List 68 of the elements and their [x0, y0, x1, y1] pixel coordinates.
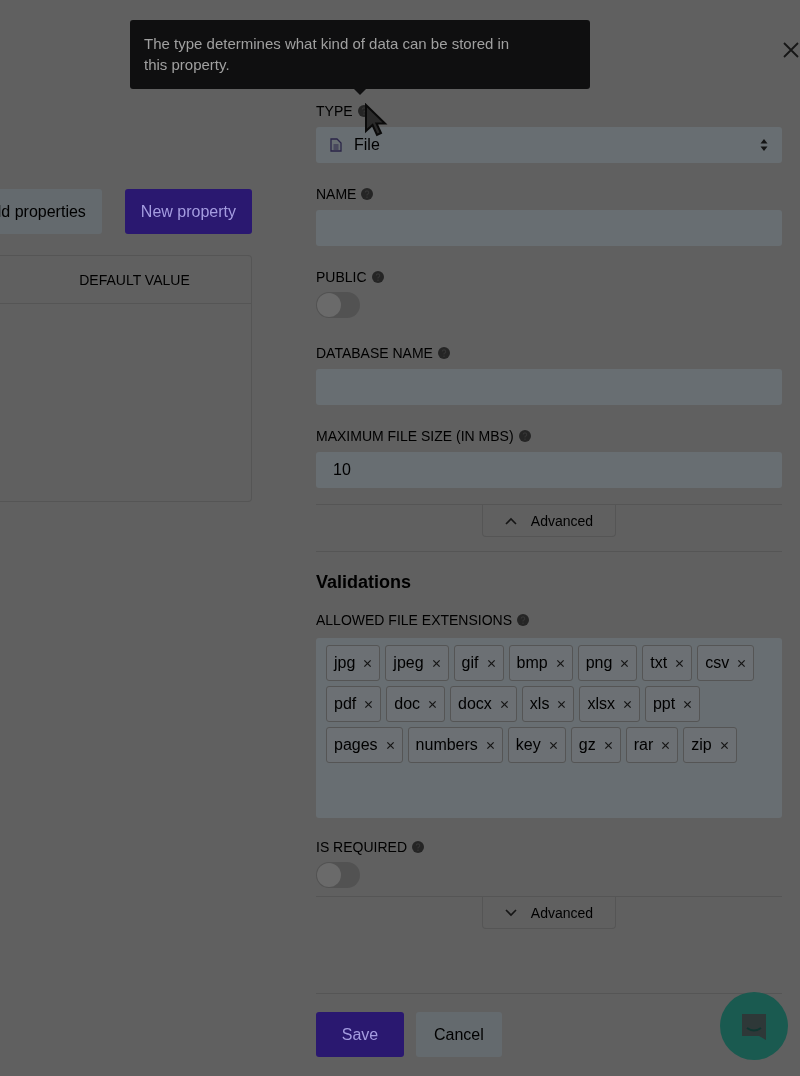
toggle-switch[interactable]: [316, 292, 360, 318]
extension-tag[interactable]: doc: [386, 686, 446, 722]
help-icon[interactable]: [517, 614, 530, 626]
field-label: NAME: [316, 186, 357, 202]
remove-icon[interactable]: [737, 658, 747, 668]
help-icon[interactable]: [437, 347, 450, 359]
remove-icon[interactable]: [620, 658, 630, 668]
extension-tag[interactable]: docx: [450, 686, 517, 722]
remove-icon[interactable]: [428, 699, 438, 709]
form-button[interactable]: Cancel: [416, 1012, 502, 1057]
help-icon[interactable]: [518, 430, 531, 442]
form-button[interactable]: Save: [316, 1012, 404, 1057]
extension-tag[interactable]: key: [507, 727, 566, 763]
extension-tag[interactable]: csv: [697, 645, 755, 681]
extension-tag[interactable]: bmp: [508, 645, 573, 681]
extension-tag[interactable]: numbers: [407, 727, 503, 763]
remove-icon[interactable]: [719, 740, 729, 750]
help-icon[interactable]: [361, 188, 374, 200]
extension-tag[interactable]: txt: [642, 645, 693, 681]
remove-icon[interactable]: [683, 699, 693, 709]
help-icon[interactable]: [412, 841, 424, 853]
extension-tag[interactable]: pages: [326, 727, 403, 763]
field-label: ALLOWED FILE EXTENSIONS: [316, 612, 513, 628]
extension-tag[interactable]: ppt: [644, 686, 701, 722]
remove-icon[interactable]: [548, 740, 558, 750]
remove-icon[interactable]: [622, 699, 632, 709]
remove-icon[interactable]: [486, 658, 496, 668]
extension-tag[interactable]: rar: [625, 727, 679, 763]
remove-icon[interactable]: [557, 699, 567, 709]
advanced-toggle[interactable]: Advanced: [481, 505, 617, 537]
remove-icon[interactable]: [499, 699, 509, 709]
tags-field[interactable]: jpg jpeg gif bmp png txt csv pdf doc docx xls xlsx ppt pages numbers key gz rar zip: [316, 638, 782, 818]
column-header: DEFAULT VALUE: [79, 271, 190, 288]
remove-icon[interactable]: [364, 699, 374, 709]
section-heading: Validations: [316, 551, 782, 593]
field-label: TYPE: [316, 103, 353, 119]
remove-icon[interactable]: [363, 658, 373, 668]
mouse-pointer-icon: [364, 103, 388, 137]
extension-tag[interactable]: gz: [570, 727, 621, 763]
extension-tag[interactable]: xls: [521, 686, 575, 722]
input-field[interactable]: 10: [316, 452, 782, 488]
remove-icon[interactable]: [485, 740, 495, 750]
remove-icon[interactable]: [603, 740, 613, 750]
advanced-toggle[interactable]: Advanced: [481, 897, 617, 929]
tooltip-text: The type determines what kind of data can be stored in this property.: [144, 34, 511, 75]
extension-tag[interactable]: png: [577, 645, 638, 681]
remove-icon[interactable]: [431, 658, 441, 668]
remove-icon[interactable]: [555, 658, 565, 668]
remove-icon[interactable]: [385, 740, 395, 750]
close-icon[interactable]: [783, 42, 799, 58]
extension-tag[interactable]: gif: [453, 645, 504, 681]
extension-tag[interactable]: jpeg: [385, 645, 449, 681]
extension-tag[interactable]: pdf: [326, 686, 382, 722]
extension-tag[interactable]: jpg: [326, 645, 381, 681]
remove-icon[interactable]: [661, 740, 671, 750]
extension-tag[interactable]: xlsx: [579, 686, 640, 722]
field-label: PUBLIC: [316, 269, 367, 285]
field-label: MAXIMUM FILE SIZE (IN MBS): [316, 428, 514, 444]
field-label: DATABASE NAME: [316, 345, 433, 361]
page-button[interactable]: New property: [124, 189, 252, 234]
extension-tag[interactable]: zip: [683, 727, 737, 763]
sort-arrows-icon: [760, 138, 768, 152]
document-icon: [330, 138, 342, 152]
toggle-switch[interactable]: [316, 862, 360, 888]
help-icon[interactable]: [371, 271, 384, 283]
field-label: IS REQUIRED: [316, 839, 407, 855]
type-select[interactable]: File: [316, 127, 782, 163]
remove-icon[interactable]: [675, 658, 685, 668]
